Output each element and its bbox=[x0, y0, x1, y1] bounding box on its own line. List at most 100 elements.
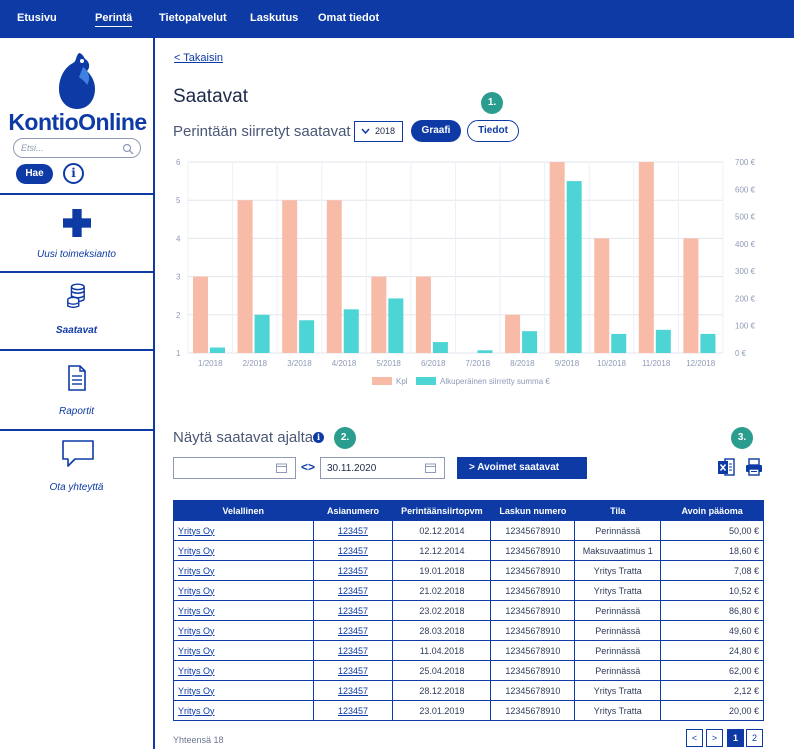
case-number-link[interactable]: 123457 bbox=[312, 620, 394, 641]
table-row: Yritys Oy 123457 19.01.2018 12345678910 Yrit… bbox=[173, 560, 764, 581]
case-number-link[interactable]: 123457 bbox=[312, 600, 394, 621]
brand-name: KontioOnline bbox=[8, 109, 147, 135]
column-header[interactable]: Asianumero bbox=[312, 500, 394, 521]
transfer-date: 28.12.2018 bbox=[392, 680, 492, 701]
bar-kpl bbox=[549, 162, 565, 353]
column-header[interactable]: Tila bbox=[574, 500, 662, 521]
y-left-tick-label: 1 bbox=[176, 349, 181, 358]
transfer-date: 23.02.2018 bbox=[392, 600, 492, 621]
sidebar-item-saatavat[interactable]: Saatavat bbox=[0, 273, 153, 349]
case-number-link[interactable]: 123457 bbox=[312, 560, 394, 581]
transfer-date: 23.01.2019 bbox=[392, 700, 492, 721]
table-row: Yritys Oy 123457 25.04.2018 12345678910 Peri… bbox=[173, 660, 764, 681]
top-navigation: Etusivu Perintä Tietopalvelut Laskutus O… bbox=[0, 0, 794, 38]
nav-etusivu[interactable]: Etusivu bbox=[17, 12, 57, 24]
debtor-link[interactable]: Yritys Oy bbox=[173, 580, 314, 601]
x-tick-label: 11/2018 bbox=[642, 359, 671, 368]
nav-tietopalvelut[interactable]: Tietopalvelut bbox=[159, 12, 227, 24]
sidebar: KontioOnline Hae i Uusi toimeksianto Saa… bbox=[0, 38, 155, 749]
search-button[interactable]: Hae bbox=[16, 164, 53, 184]
calendar-icon[interactable] bbox=[425, 463, 436, 473]
range-icon[interactable]: <> bbox=[301, 460, 315, 474]
search-input[interactable] bbox=[21, 141, 117, 155]
debtor-link[interactable]: Yritys Oy bbox=[173, 680, 314, 701]
case-number-link[interactable]: 123457 bbox=[312, 520, 394, 541]
y-right-tick-label: 700 € bbox=[735, 158, 756, 167]
bar-kpl bbox=[505, 314, 521, 353]
details-button[interactable]: Tiedot bbox=[467, 120, 519, 142]
date-from-input[interactable] bbox=[180, 461, 260, 475]
x-tick-label: 7/2018 bbox=[466, 359, 491, 368]
column-header[interactable]: Avoin pääoma bbox=[660, 500, 764, 521]
nav-perinta[interactable]: Perintä bbox=[95, 12, 133, 27]
bar-sum bbox=[388, 298, 404, 353]
total-count: Yhteensä 18 bbox=[173, 735, 224, 745]
column-header[interactable]: Perintäänsiirtopvm bbox=[392, 500, 492, 521]
transfer-date: 11.04.2018 bbox=[392, 640, 492, 661]
y-right-tick-label: 200 € bbox=[735, 294, 756, 303]
y-right-tick-label: 600 € bbox=[735, 185, 756, 194]
table-row: Yritys Oy 123457 02.12.2014 12345678910 Peri… bbox=[173, 520, 764, 541]
open-balance: 62,00 € bbox=[660, 660, 764, 681]
nav-laskutus[interactable]: Laskutus bbox=[250, 12, 298, 24]
y-right-tick-label: 500 € bbox=[735, 213, 756, 222]
bar-chart: 1 2 3 4 5 6 0 € 100 € 200 € 300 € 400 € 500 € 600 € 7… bbox=[176, 158, 756, 386]
pagination-page-1[interactable]: 1 bbox=[727, 729, 744, 747]
legend-label-sum: Alkuperäinen siirretty summa € bbox=[440, 377, 550, 386]
sidebar-item-ota-yhteytta[interactable]: Ota yhteyttä bbox=[0, 431, 153, 511]
debtor-link[interactable]: Yritys Oy bbox=[173, 520, 314, 541]
nav-omat-tiedot[interactable]: Omat tiedot bbox=[318, 12, 379, 24]
y-left-tick-label: 6 bbox=[176, 158, 181, 167]
open-balance: 18,60 € bbox=[660, 540, 764, 561]
invoice-number: 12345678910 bbox=[490, 700, 576, 721]
back-link[interactable]: < Takaisin bbox=[174, 52, 223, 64]
search-icon[interactable] bbox=[122, 143, 134, 155]
calendar-icon[interactable] bbox=[276, 463, 287, 473]
y-left-tick-label: 4 bbox=[176, 234, 181, 243]
open-receivables-button[interactable]: > Avoimet saatavat bbox=[457, 457, 587, 479]
debtor-link[interactable]: Yritys Oy bbox=[173, 700, 314, 721]
debtor-link[interactable]: Yritys Oy bbox=[173, 620, 314, 641]
bar-sum bbox=[700, 333, 716, 353]
debtor-link[interactable]: Yritys Oy bbox=[173, 600, 314, 621]
year-select[interactable]: 2018 bbox=[354, 121, 403, 142]
case-number-link[interactable]: 123457 bbox=[312, 640, 394, 661]
date-to-input[interactable] bbox=[327, 461, 407, 475]
graph-button[interactable]: Graafi bbox=[411, 120, 461, 142]
case-number-link[interactable]: 123457 bbox=[312, 660, 394, 681]
debtor-link[interactable]: Yritys Oy bbox=[173, 540, 314, 561]
case-number-link[interactable]: 123457 bbox=[312, 580, 394, 601]
column-header[interactable]: Laskun numero bbox=[490, 500, 576, 521]
sidebar-item-uusi-toimeksianto[interactable]: Uusi toimeksianto bbox=[0, 195, 153, 271]
case-number-link[interactable]: 123457 bbox=[312, 700, 394, 721]
status: Perinnässä bbox=[574, 600, 662, 621]
info-icon[interactable]: i bbox=[63, 163, 84, 184]
invoice-number: 12345678910 bbox=[490, 620, 576, 641]
case-number-link[interactable]: 123457 bbox=[312, 680, 394, 701]
pagination-page-2[interactable]: 2 bbox=[746, 729, 763, 747]
sidebar-item-raportit[interactable]: Raportit bbox=[0, 351, 153, 429]
status: Perinnässä bbox=[574, 620, 662, 641]
y-right-tick-label: 300 € bbox=[735, 267, 756, 276]
transfer-date: 19.01.2018 bbox=[392, 560, 492, 581]
y-right-tick-label: 400 € bbox=[735, 240, 756, 249]
table-row: Yritys Oy 123457 23.02.2018 12345678910 Peri… bbox=[173, 600, 764, 621]
open-balance: 7,08 € bbox=[660, 560, 764, 581]
bar-sum bbox=[566, 181, 582, 353]
pagination-next-button[interactable]: > bbox=[706, 729, 723, 747]
transfer-date: 25.04.2018 bbox=[392, 660, 492, 681]
status: Perinnässä bbox=[574, 520, 662, 541]
column-header[interactable]: Velallinen bbox=[173, 500, 314, 521]
filter-info-icon[interactable]: i bbox=[313, 432, 324, 443]
bar-sum bbox=[254, 314, 270, 353]
bar-sum bbox=[432, 342, 448, 353]
debtor-link[interactable]: Yritys Oy bbox=[173, 640, 314, 661]
excel-export-icon[interactable] bbox=[717, 458, 735, 476]
case-number-link[interactable]: 123457 bbox=[312, 540, 394, 561]
invoice-number: 12345678910 bbox=[490, 520, 576, 541]
debtor-link[interactable]: Yritys Oy bbox=[173, 560, 314, 581]
debtor-link[interactable]: Yritys Oy bbox=[173, 660, 314, 681]
pagination-prev-button[interactable]: < bbox=[686, 729, 703, 747]
print-icon[interactable] bbox=[745, 458, 763, 476]
x-tick-label: 10/2018 bbox=[597, 359, 626, 368]
